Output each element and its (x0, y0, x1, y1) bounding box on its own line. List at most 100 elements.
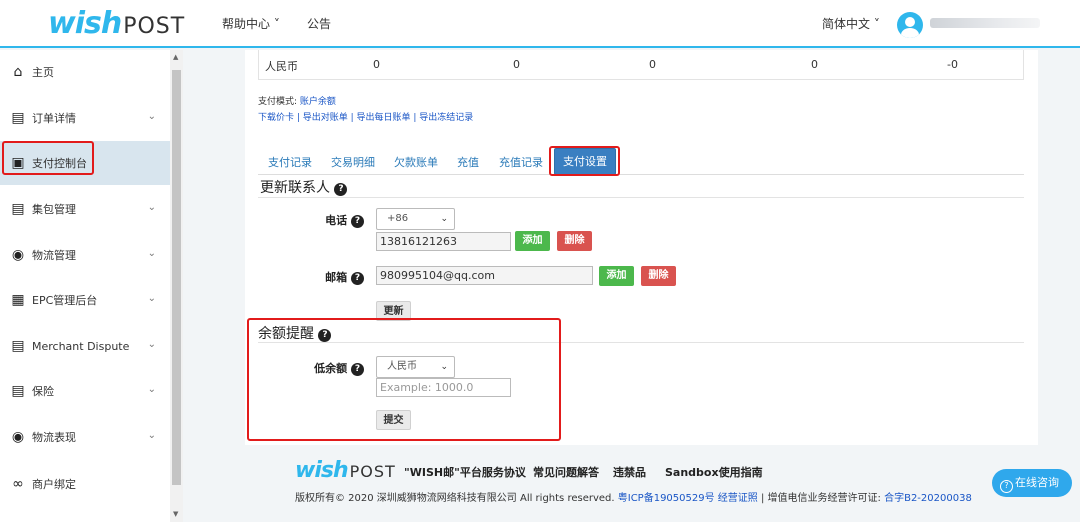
delete-phone-button[interactable]: 删除 (557, 231, 592, 251)
chevron-down-icon: ⌄ (147, 384, 156, 395)
username-redacted[interactable] (930, 18, 1040, 28)
chevron-down-icon: ⌄ (147, 293, 156, 304)
footer-logo: wish POST (295, 458, 396, 483)
balance-value: 0 (373, 58, 380, 71)
copyright-text: 版权所有© 2020 深圳威狮物流网络科技有限公司 All rights res… (295, 493, 618, 504)
sidebar: ⌂ 主页 ▤ 订单详情 ⌄ ▣ 支付控制台 ▤ 集包管理 ⌄ ◉ 物流管理 ⌄ … (0, 50, 170, 522)
notice-link[interactable]: 公告 (307, 15, 331, 32)
tab-arrears[interactable]: 欠款账单 (394, 154, 438, 170)
sidebar-item-orders[interactable]: ▤ 订单详情 ⌄ (0, 96, 170, 140)
tab-transactions[interactable]: 交易明细 (331, 154, 375, 170)
top-navbar: wish POST 帮助中心 ˅ 公告 简体中文 ˅ (0, 0, 1080, 48)
tab-recharge-records[interactable]: 充值记录 (499, 154, 543, 170)
sidebar-item-logistics[interactable]: ◉ 物流管理 ⌄ (0, 233, 170, 277)
sidebar-item-label: 订单详情 (32, 112, 76, 125)
export-links[interactable]: 下载价卡 | 导出对账单 | 导出每日账单 | 导出冻结记录 (258, 110, 473, 123)
home-icon: ⌂ (13, 64, 23, 80)
license-text: | 增值电信业务经营许可证: (757, 493, 885, 504)
balance-value: 0 (513, 58, 520, 71)
delete-email-button[interactable]: 删除 (641, 266, 676, 286)
balance-currency: 人民币 (265, 60, 298, 73)
sidebar-item-merchant-binding[interactable]: ∞ 商户绑定 (0, 462, 170, 506)
language-selector[interactable]: 简体中文 ˅ (822, 15, 880, 32)
phone-label-text: 电话 (325, 214, 348, 227)
help-icon[interactable]: ? (351, 272, 364, 285)
scroll-thumb[interactable] (172, 70, 181, 485)
globe-icon: ◉ (11, 429, 25, 445)
balance-value: 0 (811, 58, 818, 71)
sidebar-item-logistics-performance[interactable]: ◉ 物流表现 ⌄ (0, 415, 170, 459)
chevron-down-icon: ⌄ (440, 214, 448, 224)
sidebar-item-consolidation[interactable]: ▤ 集包管理 ⌄ (0, 187, 170, 231)
help-center-menu[interactable]: 帮助中心 ˅ (222, 15, 280, 32)
section-divider (258, 197, 1024, 198)
email-input[interactable]: 980995104@qq.com (376, 266, 593, 285)
user-avatar-icon[interactable] (897, 12, 923, 38)
tab-payment-records[interactable]: 支付记录 (268, 154, 312, 170)
add-phone-button[interactable]: 添加 (515, 231, 550, 251)
highlight-payment-settings-tab (549, 146, 620, 176)
add-email-button[interactable]: 添加 (599, 266, 634, 286)
email-label: 邮箱 ? (322, 269, 364, 285)
balance-value: 0 (649, 58, 656, 71)
online-chat-button[interactable]: ? 在线咨询 (992, 469, 1072, 497)
sidebar-scrollbar[interactable]: ▲ ▼ (170, 50, 183, 522)
help-icon[interactable]: ? (334, 183, 348, 196)
payment-mode: 支付模式: 账户余额 (258, 94, 336, 107)
sidebar-item-label: 主页 (32, 66, 54, 79)
chevron-down-icon: ⌄ (147, 111, 156, 122)
chevron-down-icon: ⌄ (147, 339, 156, 350)
help-circle-icon: ? (1000, 480, 1013, 493)
payment-mode-label: 支付模式: (258, 97, 300, 107)
copyright: 版权所有© 2020 深圳威狮物流网络科技有限公司 All rights res… (295, 489, 972, 504)
sidebar-item-label: Merchant Dispute (32, 339, 130, 353)
chevron-down-icon: ⌄ (147, 248, 156, 259)
country-code-value: +86 (387, 213, 409, 224)
footer-link-prohibited[interactable]: 违禁品 (613, 464, 646, 480)
sidebar-item-insurance[interactable]: ▤ 保险 ⌄ (0, 369, 170, 413)
chevron-down-icon: ⌄ (147, 202, 156, 213)
email-label-text: 邮箱 (325, 271, 348, 284)
update-contact-title-text: 更新联系人 (260, 180, 330, 196)
scroll-down-arrow-icon[interactable]: ▼ (173, 510, 178, 518)
logo-post-text: POST (123, 14, 186, 39)
payment-mode-value-link[interactable]: 账户余额 (300, 97, 336, 107)
logo-wish-text: wish (48, 6, 122, 41)
clipboard-icon: ▤ (11, 383, 25, 399)
update-contact-title: 更新联系人 ? (260, 177, 348, 197)
highlight-sidebar-payment (2, 141, 94, 175)
clipboard-icon: ▤ (11, 338, 25, 354)
footer-link-service-agreement[interactable]: "WISH邮"平台服务协议 (404, 464, 526, 480)
footer-logo-post-text: POST (349, 462, 396, 481)
footer-link-faq[interactable]: 常见问题解答 (533, 464, 599, 480)
wishpost-logo[interactable]: wish POST (48, 6, 186, 41)
footer-logo-wish-text: wish (295, 458, 349, 483)
sidebar-item-label: 物流管理 (32, 249, 76, 262)
country-code-select[interactable]: +86 ⌄ (376, 208, 455, 230)
phone-label: 电话 ? (322, 212, 364, 228)
sidebar-item-epc[interactable]: ▦ EPC管理后台 ⌄ (0, 278, 170, 322)
globe-icon: ◉ (11, 247, 25, 263)
sidebar-item-home[interactable]: ⌂ 主页 (0, 50, 170, 94)
chevron-down-icon: ⌄ (147, 430, 156, 441)
icp-link[interactable]: 粤ICP备19050529号 经营证照 (618, 493, 758, 504)
tab-recharge[interactable]: 充值 (457, 154, 479, 170)
link-icon: ∞ (12, 476, 24, 492)
phone-input[interactable]: 13816121263 (376, 232, 511, 251)
online-chat-label: 在线咨询 (1015, 476, 1059, 489)
sidebar-item-label: EPC管理后台 (32, 294, 98, 307)
balance-table-row: 人民币 0 0 0 0 -0 (258, 50, 1024, 80)
sidebar-item-label: 集包管理 (32, 203, 76, 216)
footer-link-sandbox-guide[interactable]: Sandbox使用指南 (665, 464, 763, 480)
payment-tabs: 支付记录 交易明细 欠款账单 充值 充值记录 支付设置 (258, 148, 1024, 175)
clipboard-icon: ▤ (11, 201, 25, 217)
license-link[interactable]: 合字B2-20200038 (884, 493, 972, 504)
balance-value: -0 (947, 58, 958, 71)
clipboard-icon: ▤ (11, 110, 25, 126)
sidebar-item-label: 保险 (32, 385, 54, 398)
sidebar-item-label: 商户绑定 (32, 478, 76, 491)
help-icon[interactable]: ? (351, 215, 364, 228)
sidebar-item-label: 物流表现 (32, 431, 76, 444)
sidebar-item-merchant-dispute[interactable]: ▤ Merchant Dispute ⌄ (0, 324, 170, 368)
scroll-up-arrow-icon[interactable]: ▲ (173, 53, 178, 61)
